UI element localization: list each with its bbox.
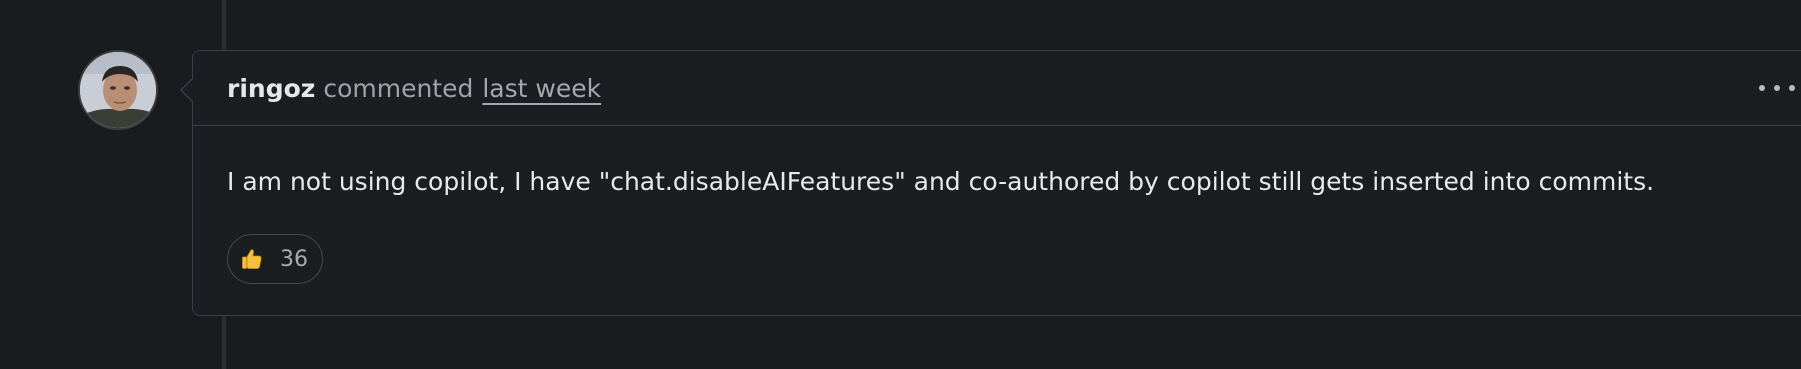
avatar[interactable]: [78, 50, 158, 130]
author-name[interactable]: ringoz: [227, 74, 315, 103]
reaction-thumbs-up-button[interactable]: 36: [227, 234, 323, 284]
kebab-dot: [1774, 85, 1780, 91]
comment-action: commented: [323, 73, 474, 103]
comment-timestamp[interactable]: last week: [482, 74, 601, 103]
kebab-dot: [1759, 85, 1765, 91]
thumbs-up-icon: [242, 249, 262, 269]
kebab-dot: [1789, 85, 1795, 91]
reaction-count: 36: [280, 246, 308, 272]
kebab-horizontal-icon[interactable]: [1759, 75, 1795, 101]
comment-header: ringoz commented last week: [193, 51, 1801, 126]
avatar-image: [80, 52, 156, 128]
comment-card: ringoz commented last week I am not usin…: [180, 50, 1801, 316]
comment-body: I am not using copilot, I have "chat.dis…: [227, 167, 1655, 196]
